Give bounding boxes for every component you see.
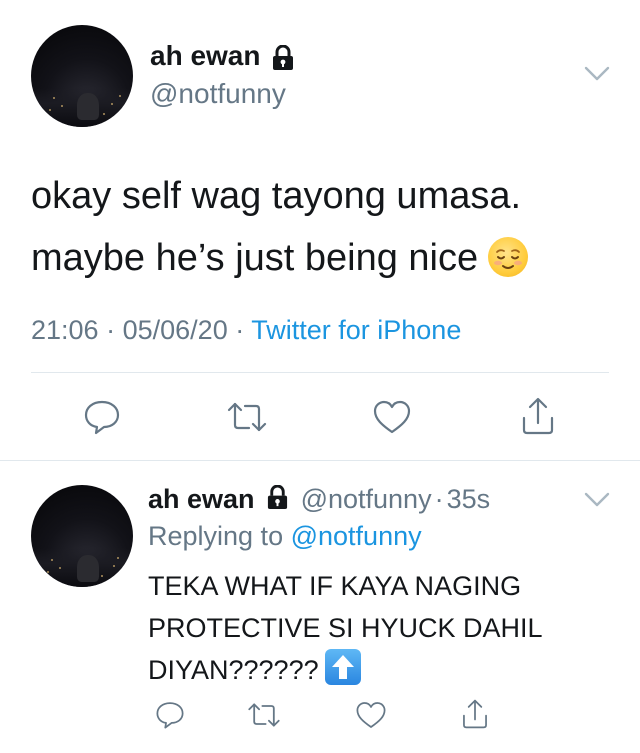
replying-to-label: Replying to (148, 521, 284, 551)
main-tweet-header: ah ewan (150, 40, 295, 76)
share-button[interactable] (516, 395, 560, 437)
reply-dot: · (434, 484, 444, 514)
up-arrow-emoji (324, 649, 361, 685)
reply-text-line-3: DIYAN?????? (148, 649, 543, 691)
display-name[interactable]: ah ewan (150, 40, 260, 71)
tweet-text: okay self wag tayong umasa. maybe he’s j… (31, 165, 529, 289)
reply-reply-button[interactable] (152, 698, 188, 732)
retweet-icon (248, 703, 280, 727)
meta-separator-2: · (235, 315, 245, 345)
share-icon (463, 699, 487, 729)
meta-separator-1: · (106, 315, 116, 345)
reply-icon (156, 702, 184, 729)
reply-icon (84, 400, 120, 435)
tweet-meta: 21:06 · 05/06/20 · Twitter for iPhone (31, 315, 461, 346)
reply-handle[interactable]: @notfunny (301, 484, 432, 514)
reply-share-button[interactable] (457, 696, 493, 732)
chevron-down-icon[interactable] (584, 66, 610, 87)
section-divider (0, 460, 640, 461)
reply-like-button[interactable] (353, 698, 389, 732)
like-icon (373, 400, 411, 434)
reply-text-line-1: TEKA WHAT IF KAYA NAGING (148, 571, 522, 601)
reply-tweet-header: ah ewan @notfunny · 35s (148, 484, 490, 517)
like-button[interactable] (370, 397, 414, 437)
like-icon (356, 702, 386, 728)
main-avatar[interactable] (31, 25, 133, 127)
lock-icon (266, 484, 289, 517)
tweet-time[interactable]: 21:06 (31, 315, 99, 345)
tweet-date[interactable]: 05/06/20 (123, 315, 228, 345)
divider (31, 372, 609, 373)
share-icon (522, 397, 554, 435)
lock-icon (271, 44, 295, 76)
reply-avatar[interactable] (31, 485, 133, 587)
tweet-source[interactable]: Twitter for iPhone (251, 315, 461, 345)
reply-retweet-button[interactable] (245, 698, 283, 732)
reply-button[interactable] (80, 397, 124, 437)
replying-to-handle[interactable]: @notfunny (291, 521, 422, 551)
relieved-face-emoji (488, 237, 529, 277)
replying-to: Replying to @notfunny (148, 521, 422, 552)
tweet-text-line-1: okay self wag tayong umasa. (31, 175, 522, 217)
reply-age[interactable]: 35s (447, 484, 491, 514)
retweet-icon (227, 402, 267, 432)
reply-text-line-2: PROTECTIVE SI HYUCK DAHIL (148, 613, 543, 643)
chevron-down-icon[interactable] (584, 492, 610, 513)
reply-text: TEKA WHAT IF KAYA NAGING PROTECTIVE SI H… (148, 565, 543, 691)
retweet-button[interactable] (224, 397, 270, 437)
tweet-text-line-2: maybe he’s just being nice (31, 227, 529, 289)
handle[interactable]: @notfunny (150, 78, 286, 110)
reply-display-name[interactable]: ah ewan (148, 484, 255, 514)
